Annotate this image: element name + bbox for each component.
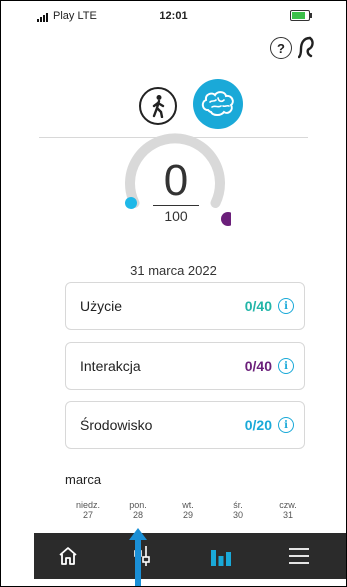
week-month-label: marca [65, 472, 102, 487]
day-item[interactable]: pon. 28 [113, 500, 163, 520]
hearing-aid-icon[interactable] [297, 35, 316, 64]
score-divider [153, 205, 199, 206]
tab-stats[interactable] [191, 533, 251, 579]
battery-icon [290, 10, 312, 21]
metric-label: Środowisko [80, 417, 153, 433]
metric-value: 0/40 [244, 298, 272, 314]
selected-date: 31 marca 2022 [130, 263, 217, 278]
phone-screen: Play LTE 12:01 ? 0 100 31 marca 2022 Uży… [0, 0, 347, 587]
metric-value: 0/40 [244, 358, 272, 374]
info-icon[interactable]: i [278, 358, 294, 374]
metric-card-environment[interactable]: Środowisko 0/20 i [65, 401, 305, 449]
day-item[interactable]: śr. 30 [213, 500, 263, 520]
gauge-end-marker [221, 212, 231, 226]
info-icon[interactable]: i [278, 417, 294, 433]
bar-chart-icon [211, 550, 231, 566]
activity-mode-button[interactable] [139, 87, 177, 125]
day-item[interactable]: wt. 29 [163, 500, 213, 520]
help-button[interactable]: ? [270, 37, 292, 59]
metric-label: Użycie [80, 298, 123, 314]
menu-icon [289, 548, 309, 564]
tab-menu[interactable] [269, 533, 329, 579]
metric-value: 0/20 [244, 417, 272, 433]
info-icon[interactable]: i [278, 298, 294, 314]
metric-card-interaction[interactable]: Interakcja 0/40 i [65, 342, 305, 390]
tab-home[interactable] [38, 533, 98, 579]
status-bar: Play LTE 12:01 [1, 1, 346, 31]
walking-person-icon [152, 95, 165, 118]
week-day-selector: niedz. 27 pon. 28 wt. 29 śr. 30 czw. 31 [63, 500, 313, 520]
bottom-tab-bar [34, 533, 346, 579]
score-max: 100 [164, 208, 188, 224]
metric-card-usage[interactable]: Użycie 0/40 i [65, 282, 305, 330]
score-value: 0 [163, 156, 189, 205]
day-item[interactable]: niedz. 27 [63, 500, 113, 520]
day-item[interactable]: czw. 31 [263, 500, 313, 520]
brain-icon [201, 91, 234, 116]
arrow-up-icon [129, 528, 147, 586]
brain-mode-button[interactable] [193, 79, 243, 129]
home-icon [59, 547, 77, 565]
metric-label: Interakcja [80, 358, 141, 374]
